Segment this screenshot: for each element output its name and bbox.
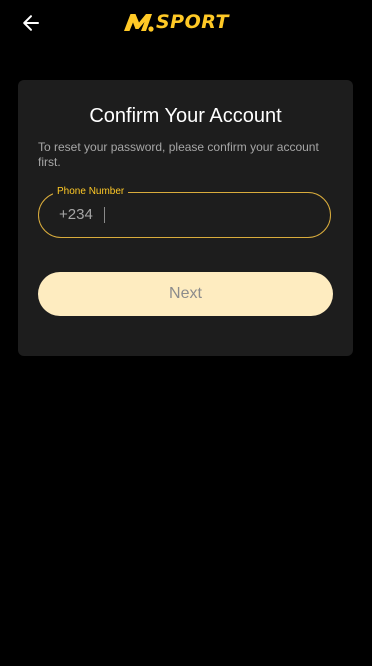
logo-text: SPORT (156, 11, 229, 33)
page-title: Confirm Your Account (89, 105, 282, 127)
brand-logo: SPORT (122, 8, 229, 36)
page: SPORT Confirm Your Account To reset your… (0, 0, 372, 666)
country-code[interactable]: +234 (59, 206, 93, 224)
next-button[interactable]: Next (38, 272, 333, 316)
confirm-account-card: Confirm Your Account To reset your passw… (18, 80, 353, 356)
phone-number-input[interactable] (112, 200, 330, 230)
top-bar: SPORT (0, 0, 372, 48)
phone-number-label: Phone Number (53, 185, 129, 199)
back-button[interactable] (16, 8, 46, 38)
phone-number-field[interactable]: Phone Number +234 (38, 185, 331, 238)
arrow-left-icon (23, 15, 39, 31)
instruction-text: To reset your password, please confirm y… (38, 140, 319, 169)
field-divider (103, 207, 105, 223)
